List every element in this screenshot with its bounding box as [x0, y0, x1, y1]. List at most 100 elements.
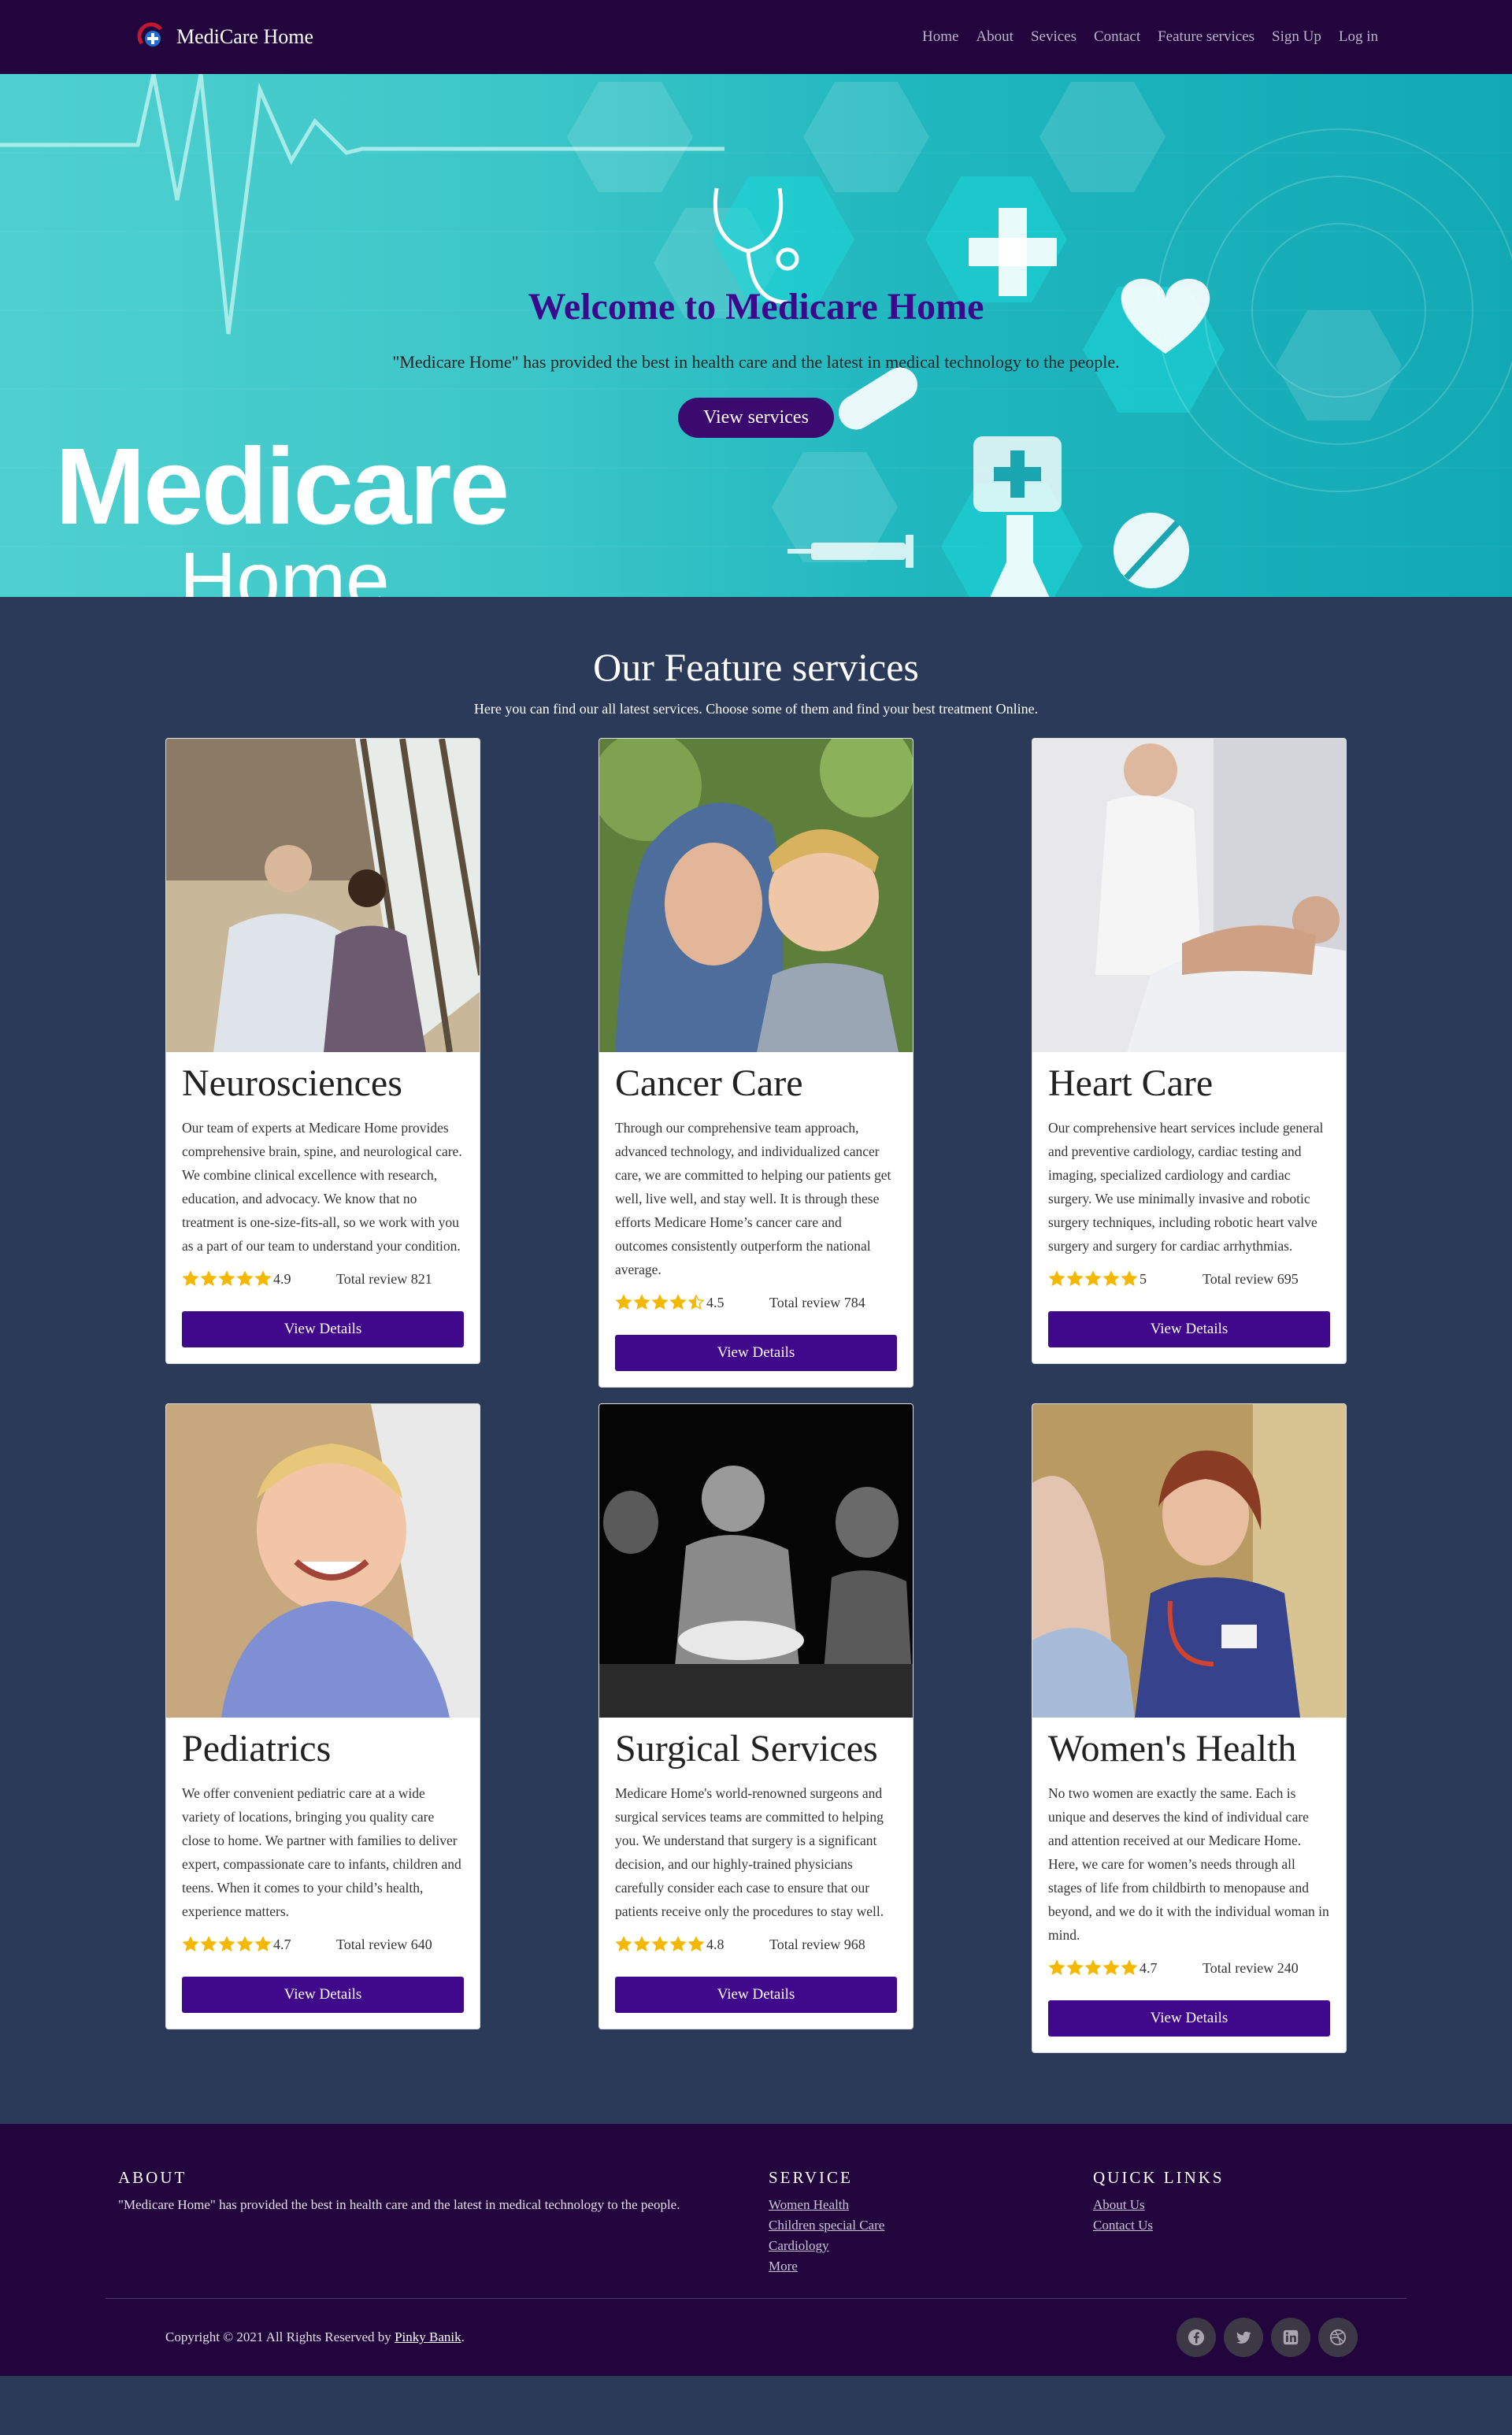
star-full-icon	[1102, 1959, 1120, 1976]
facebook-icon[interactable]	[1177, 2318, 1216, 2357]
hero-logo-line1: Medicare	[55, 426, 510, 547]
footer-link-about-us[interactable]: About Us	[1093, 2197, 1225, 2213]
copyright: Copyright © 2021 All Rights Reserved by …	[165, 2329, 465, 2345]
nav-links: Home About Sevices Contact Feature servi…	[922, 28, 1378, 46]
card-description: Our team of experts at Medicare Home pro…	[182, 1120, 462, 1254]
author-link[interactable]: Pinky Banik	[395, 2329, 461, 2344]
star-full-icon	[651, 1936, 669, 1952]
navbar: MediCare Home Home About Sevices Contact…	[0, 0, 1512, 74]
card-title: Neurosciences	[182, 1062, 402, 1104]
card-title: Cancer Care	[615, 1062, 803, 1104]
feature-services-section: Our Feature services Here you can find o…	[0, 597, 1512, 2124]
review-count: Total review 695	[1203, 1270, 1299, 1287]
star-full-icon	[633, 1294, 650, 1310]
rating-value: 4.9	[273, 1270, 291, 1287]
star-rating	[182, 1936, 272, 1953]
nav-link-about[interactable]: About	[976, 28, 1014, 45]
star-full-icon	[254, 1936, 272, 1952]
card-title: Women's Health	[1048, 1728, 1297, 1770]
footer-service-title: SERVICE	[769, 2168, 853, 2187]
card-description: Our comprehensive heart services include…	[1048, 1120, 1324, 1254]
star-rating	[615, 1936, 705, 1953]
dribbble-icon[interactable]	[1318, 2318, 1358, 2357]
hero-content: Welcome to Medicare Home "Medicare Home"…	[0, 285, 1512, 438]
service-card-pediatrics: Pediatrics We offer convenient pediatric…	[165, 1403, 480, 2029]
star-full-icon	[651, 1294, 669, 1310]
star-full-icon	[1066, 1959, 1084, 1976]
card-title: Pediatrics	[182, 1728, 332, 1770]
card-title: Surgical Services	[615, 1728, 878, 1770]
star-full-icon	[1121, 1959, 1138, 1976]
star-full-icon	[1084, 1959, 1102, 1976]
hero-banner: Medicare Home Welcome to Medicare Home "…	[0, 74, 1512, 597]
pediatrics-photo	[166, 1404, 480, 1718]
rating-value: 4.5	[706, 1294, 724, 1310]
star-full-icon	[615, 1936, 632, 1952]
features-title: Our Feature services	[593, 645, 919, 689]
review-count: Total review 968	[769, 1936, 865, 1952]
card-rating-row: 4.5 Total review 784	[615, 1294, 897, 1311]
star-full-icon	[633, 1936, 650, 1952]
copyright-suffix: .	[461, 2329, 465, 2344]
nav-link-log-in[interactable]: Log in	[1339, 28, 1378, 45]
nav-link-feature-services[interactable]: Feature services	[1158, 28, 1254, 45]
star-full-icon	[1048, 1959, 1065, 1976]
star-full-icon	[182, 1936, 199, 1952]
hero-logo-line2: Home	[180, 536, 390, 597]
view-details-button[interactable]: View Details	[1048, 2000, 1330, 2037]
footer-service: SERVICE Women Health Children special Ca…	[769, 2168, 1093, 2279]
footer-link-cardiology[interactable]: Cardiology	[769, 2238, 1093, 2254]
star-rating	[1048, 1270, 1138, 1288]
rating-value: 4.7	[1140, 1959, 1158, 1976]
view-details-button[interactable]: View Details	[615, 1335, 897, 1371]
card-description: No two women are exactly the same. Each …	[1048, 1785, 1329, 1943]
star-full-icon	[1066, 1270, 1084, 1287]
linkedin-icon[interactable]	[1271, 2318, 1310, 2357]
surgical-services-photo	[599, 1404, 913, 1718]
card-description: Medicare Home's world-renowned surgeons …	[615, 1785, 884, 1919]
star-rating	[615, 1294, 705, 1311]
star-full-icon	[254, 1270, 272, 1287]
rating-value: 5	[1140, 1270, 1147, 1287]
star-rating	[182, 1270, 272, 1288]
nav-link-services[interactable]: Sevices	[1031, 28, 1077, 45]
service-cards: Neurosciences Our team of experts at Med…	[0, 738, 1512, 2053]
review-count: Total review 784	[769, 1294, 865, 1310]
view-details-button[interactable]: View Details	[182, 1977, 464, 2013]
view-services-button[interactable]: View services	[678, 398, 834, 438]
review-count: Total review 821	[336, 1270, 432, 1287]
medicare-logo-icon	[134, 20, 169, 54]
nav-link-contact[interactable]: Contact	[1094, 28, 1140, 45]
star-full-icon	[1048, 1270, 1065, 1287]
star-full-icon	[218, 1270, 235, 1287]
star-full-icon	[182, 1270, 199, 1287]
nav-link-sign-up[interactable]: Sign Up	[1272, 28, 1321, 45]
view-details-button[interactable]: View Details	[182, 1311, 464, 1347]
footer-link-contact-us[interactable]: Contact Us	[1093, 2218, 1225, 2233]
star-full-icon	[615, 1294, 632, 1310]
footer-link-women-health[interactable]: Women Health	[769, 2197, 1093, 2213]
view-details-button[interactable]: View Details	[615, 1977, 897, 2013]
copyright-text: Copyright © 2021 All Rights Reserved by	[165, 2329, 391, 2344]
footer-link-more[interactable]: More	[769, 2259, 1093, 2274]
brand[interactable]: MediCare Home	[134, 20, 313, 54]
star-full-icon	[669, 1294, 687, 1310]
card-description: Through our comprehensive team approach,…	[615, 1120, 891, 1277]
service-card-heart-care: Heart Care Our comprehensive heart servi…	[1032, 738, 1347, 1364]
footer-link-children-care[interactable]: Children special Care	[769, 2218, 1093, 2233]
footer-about-title: ABOUT	[118, 2168, 187, 2187]
womens-health-photo	[1032, 1404, 1346, 1718]
star-full-icon	[200, 1936, 217, 1952]
service-card-womens-health: Women's Health No two women are exactly …	[1032, 1403, 1347, 2053]
view-details-button[interactable]: View Details	[1048, 1311, 1330, 1347]
card-rating-row: 4.8 Total review 968	[615, 1936, 897, 1953]
service-card-neurosciences: Neurosciences Our team of experts at Med…	[165, 738, 480, 1364]
star-full-icon	[669, 1936, 687, 1952]
review-count: Total review 240	[1203, 1959, 1299, 1976]
footer-about: ABOUT "Medicare Home" has provided the b…	[118, 2168, 769, 2279]
nav-link-home[interactable]: Home	[922, 28, 958, 45]
star-full-icon	[1121, 1270, 1138, 1287]
footer-quick-links: QUICK LINKS About Us Contact Us	[1093, 2168, 1225, 2279]
twitter-icon[interactable]	[1224, 2318, 1263, 2357]
card-rating-row: 4.7 Total review 640	[182, 1936, 464, 1953]
